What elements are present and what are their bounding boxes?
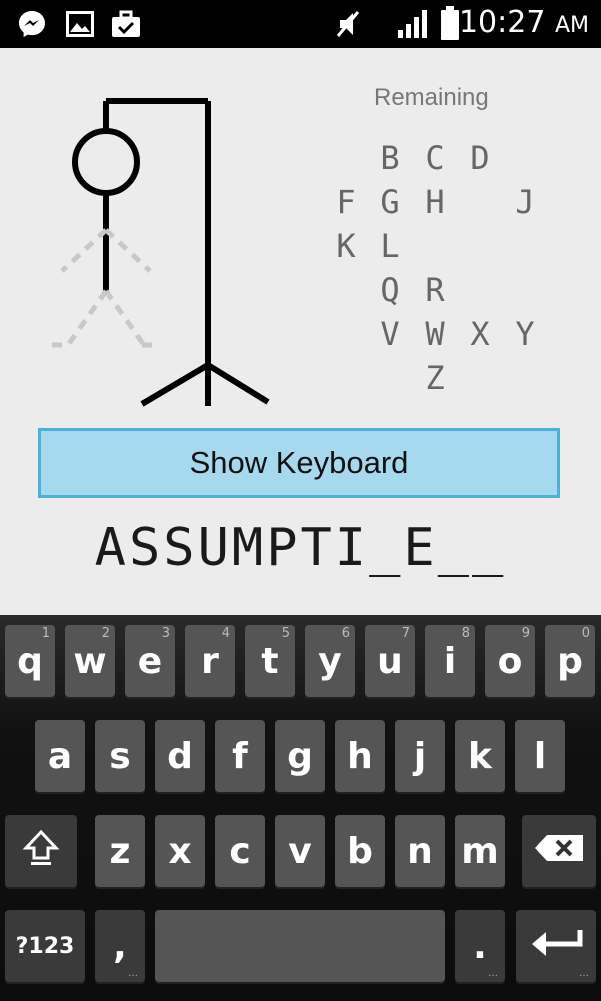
remaining-letter: L	[380, 227, 400, 265]
key-d[interactable]: d	[155, 720, 205, 792]
word-display: ASSUMPTI_E__	[94, 518, 507, 578]
remaining-letter: F	[336, 183, 356, 221]
space-key[interactable]	[155, 910, 445, 982]
remaining-letter: G	[380, 183, 400, 221]
remaining-letter: H	[425, 183, 445, 221]
remaining-letter: W	[425, 315, 445, 353]
mute-icon	[334, 8, 362, 44]
key-h[interactable]: h	[335, 720, 385, 792]
hangman-head	[72, 128, 140, 196]
remaining-letter: Q	[380, 271, 400, 309]
remaining-letter: Y	[515, 315, 535, 353]
key-f[interactable]: f	[215, 720, 265, 792]
key-a[interactable]: a	[35, 720, 85, 792]
enter-key[interactable]: …	[516, 910, 596, 982]
key-e[interactable]: e3	[125, 625, 175, 697]
remaining-letter: D	[470, 139, 490, 177]
backspace-icon	[533, 831, 585, 872]
hangman-screen: Remaining B C D F G H J K L Q R V W X Y …	[0, 48, 601, 615]
key-k[interactable]: k	[455, 720, 505, 792]
messenger-icon	[16, 8, 48, 44]
signal-icon	[396, 8, 428, 44]
key-w[interactable]: w2	[65, 625, 115, 697]
remaining-letter: R	[425, 271, 445, 309]
hangman-drawing	[52, 98, 270, 407]
show-keyboard-button[interactable]: Show Keyboard	[38, 428, 560, 498]
remaining-letter: K	[336, 227, 356, 265]
battery-icon	[440, 6, 460, 44]
key-q[interactable]: q1	[5, 625, 55, 697]
key-z[interactable]: z	[95, 815, 145, 887]
key-u[interactable]: u7	[365, 625, 415, 697]
briefcase-check-icon	[110, 8, 142, 44]
key-r[interactable]: r4	[185, 625, 235, 697]
key-n[interactable]: n	[395, 815, 445, 887]
symbols-key[interactable]: ?123	[5, 910, 85, 982]
key-c[interactable]: c	[215, 815, 265, 887]
remaining-title: Remaining	[374, 84, 489, 111]
key-l[interactable]: l	[515, 720, 565, 792]
key-x[interactable]: x	[155, 815, 205, 887]
remaining-letter: C	[425, 139, 445, 177]
period-key[interactable]: .…	[455, 910, 505, 982]
key-i[interactable]: i8	[425, 625, 475, 697]
key-b[interactable]: b	[335, 815, 385, 887]
backspace-key[interactable]	[522, 815, 596, 887]
soft-keyboard: q1 w2 e3 r4 t5 y6 u7 i8 o9 p0 a s d f g …	[0, 615, 601, 1001]
image-icon	[64, 8, 96, 44]
remaining-letter: V	[380, 315, 400, 353]
key-t[interactable]: t5	[245, 625, 295, 697]
status-bar: 10:27 AM	[0, 0, 601, 48]
clock: 10:27 AM	[458, 5, 589, 40]
key-y[interactable]: y6	[305, 625, 355, 697]
enter-icon	[528, 924, 584, 969]
remaining-letter: X	[470, 315, 490, 353]
key-p[interactable]: p0	[545, 625, 595, 697]
key-m[interactable]: m	[455, 815, 505, 887]
remaining-letter: J	[515, 183, 535, 221]
shift-icon	[21, 827, 61, 876]
key-o[interactable]: o9	[485, 625, 535, 697]
key-s[interactable]: s	[95, 720, 145, 792]
key-j[interactable]: j	[395, 720, 445, 792]
remaining-letter: Z	[425, 359, 445, 397]
key-g[interactable]: g	[275, 720, 325, 792]
shift-key[interactable]	[5, 815, 77, 887]
key-v[interactable]: v	[275, 815, 325, 887]
remaining-letter: B	[380, 139, 400, 177]
comma-key[interactable]: ,…	[95, 910, 145, 982]
